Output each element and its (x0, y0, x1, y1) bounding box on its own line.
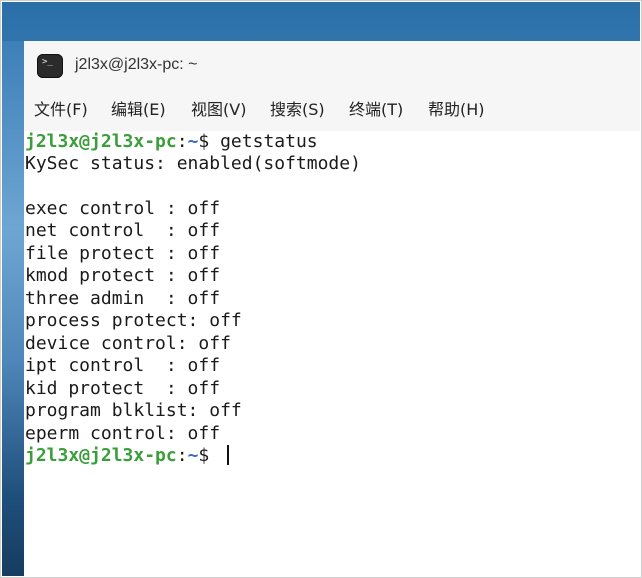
prompt-user: j2l3x@j2l3x-pc (25, 445, 177, 466)
menu-edit[interactable]: 编辑(E) (111, 99, 166, 121)
output-line: kmod protect : off (25, 265, 221, 286)
menu-bar: 文件(F) 编辑(E) 视图(V) 搜索(S) 终端(T) 帮助(H) (24, 91, 640, 131)
terminal-icon: >_ (37, 54, 63, 78)
prompt-path: ~ (187, 131, 199, 152)
terminal-prompt-line[interactable]: j2l3x@j2l3x-pc:~$ (25, 445, 230, 467)
prompt-separator: : (176, 445, 188, 466)
title-bar[interactable]: >_ j2l3x@j2l3x-pc: ~ (24, 41, 640, 91)
output-line: eperm control: off (25, 423, 221, 444)
menu-help[interactable]: 帮助(H) (428, 99, 485, 121)
output-line: three admin : off (25, 288, 221, 309)
terminal-area[interactable]: j2l3x@j2l3x-pc:~$ getstatus KySec status… (24, 131, 640, 576)
desktop-wallpaper-strip (2, 41, 24, 576)
menu-terminal[interactable]: 终端(T) (349, 99, 403, 121)
output-line: device control: off (25, 333, 231, 354)
menu-search[interactable]: 搜索(S) (270, 99, 325, 121)
prompt-symbol: $ (198, 131, 221, 152)
status-line: KySec status: enabled(softmode) (25, 153, 361, 174)
output-line: exec control : off (25, 198, 221, 219)
window-title: j2l3x@j2l3x-pc: ~ (75, 56, 198, 73)
output-line: file protect : off (25, 243, 221, 264)
command-text: getstatus (220, 131, 318, 152)
output-line: net control : off (25, 220, 221, 241)
menu-file[interactable]: 文件(F) (34, 99, 88, 121)
terminal-icon-glyph: >_ (42, 57, 53, 67)
output-line: kid protect : off (25, 378, 221, 399)
output-line: program blklist: off (25, 400, 242, 421)
output-line: process protect: off (25, 310, 242, 331)
prompt-user: j2l3x@j2l3x-pc (25, 131, 177, 152)
terminal-command-line: j2l3x@j2l3x-pc:~$ getstatus (25, 131, 318, 153)
screenshot-frame: >_ j2l3x@j2l3x-pc: ~ 文件(F) 编辑(E) 视图(V) 搜… (0, 0, 642, 578)
prompt-separator: : (176, 131, 188, 152)
menu-view[interactable]: 视图(V) (191, 99, 246, 121)
output-line: ipt control : off (25, 355, 221, 376)
prompt-path: ~ (187, 445, 199, 466)
prompt-symbol: $ (198, 445, 221, 466)
text-cursor (227, 445, 230, 465)
terminal-window: >_ j2l3x@j2l3x-pc: ~ 文件(F) 编辑(E) 视图(V) 搜… (24, 41, 640, 576)
